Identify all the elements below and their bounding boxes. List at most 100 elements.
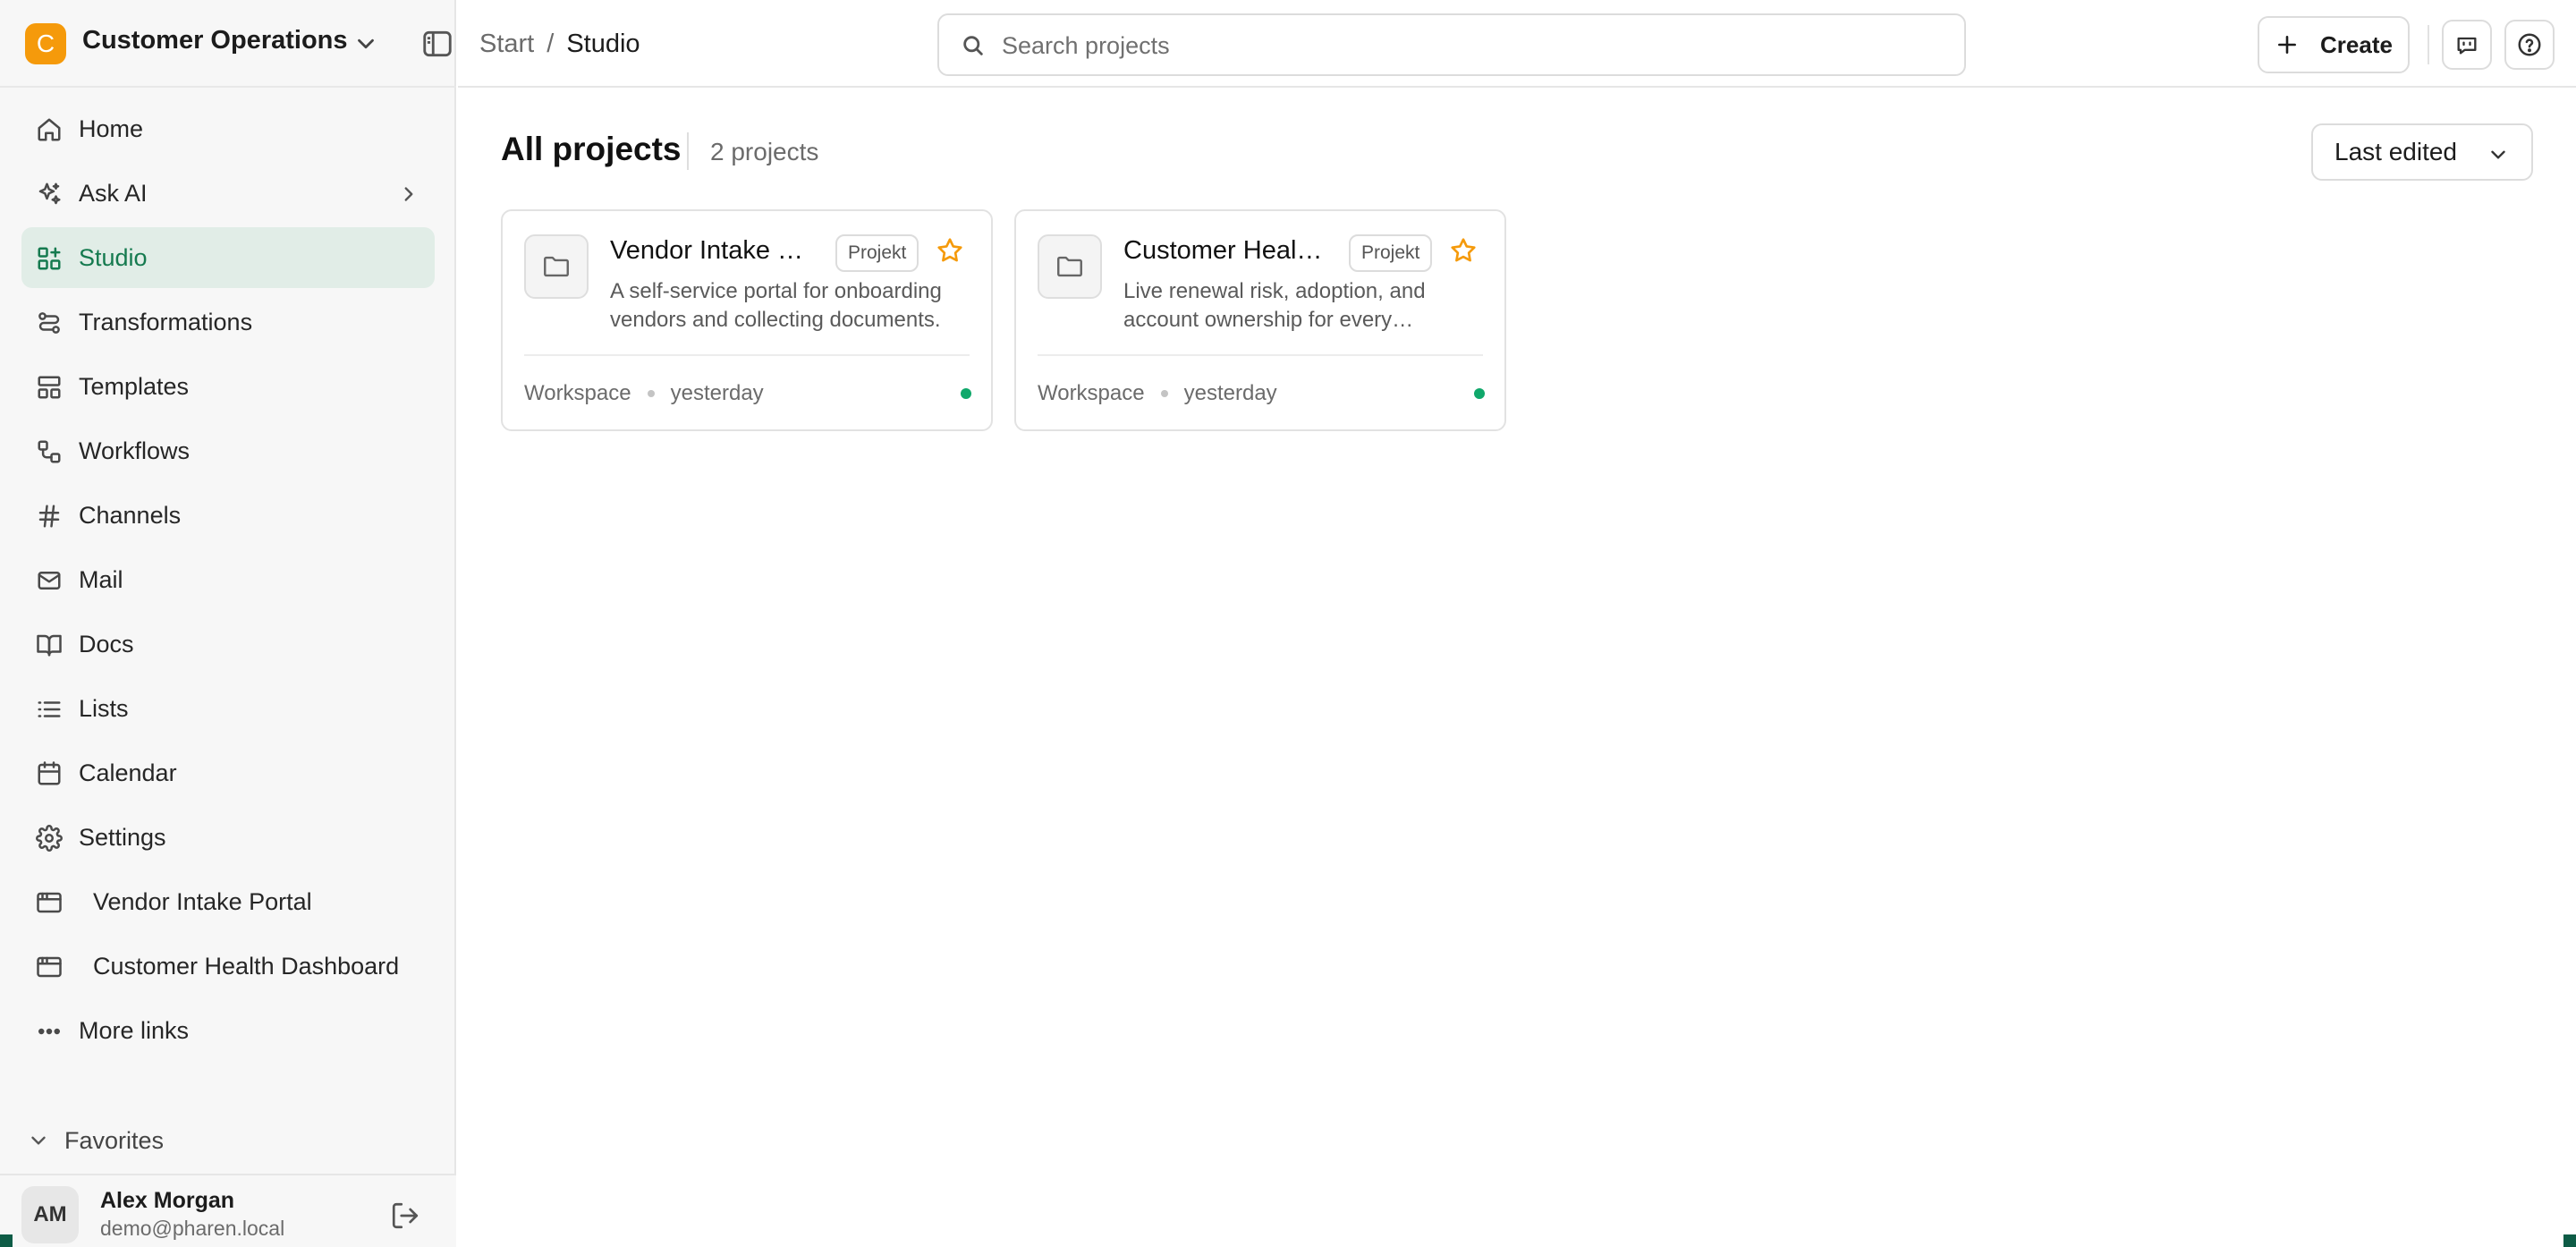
favorites-section-toggle[interactable]: Favorites (27, 1125, 164, 1156)
project-count: 2 projects (710, 138, 819, 165)
sparkle-icon (36, 181, 63, 208)
star-icon[interactable] (1449, 236, 1478, 265)
breadcrumb-start[interactable]: Start (479, 30, 534, 59)
help-button[interactable] (2504, 20, 2555, 70)
help-icon (2518, 33, 2541, 56)
home-icon (36, 116, 63, 143)
sidebar-item-workflows[interactable]: Workflows (21, 420, 435, 481)
sidebar-nav: Home Ask AI Studio Transformations Templ… (21, 98, 435, 1065)
breadcrumb-current: Studio (566, 30, 640, 58)
sidebar-item-templates[interactable]: Templates (21, 356, 435, 417)
star-icon[interactable] (936, 236, 964, 265)
project-title: Customer Health Dashboard (1123, 236, 1329, 265)
sidebar-item-label: Ask AI (79, 179, 148, 207)
sidebar-item-mail[interactable]: Mail (21, 549, 435, 610)
logout-icon[interactable] (390, 1200, 420, 1231)
sidebar-item-label: Workflows (79, 437, 191, 464)
user-email: demo@pharen.local (100, 1217, 285, 1240)
sort-dropdown[interactable]: Last edited (2311, 123, 2533, 181)
sidebar-item-label: Settings (79, 823, 166, 851)
project-edited: yesterday (670, 381, 764, 405)
sidebar-toggle-icon[interactable] (420, 27, 454, 61)
create-button-label: Create (2320, 30, 2393, 58)
sidebar-item-studio[interactable]: Studio (21, 227, 435, 288)
hash-icon (36, 503, 63, 530)
status-indicator (961, 388, 971, 399)
list-icon (36, 696, 63, 723)
window-corner (2563, 1234, 2576, 1247)
book-icon (36, 632, 63, 658)
sidebar-item-home[interactable]: Home (21, 98, 435, 159)
assistant-button[interactable] (2442, 20, 2492, 70)
sidebar-item-label: Calendar (79, 759, 177, 786)
sidebar-item-settings[interactable]: Settings (21, 807, 435, 868)
sort-label: Last edited (2334, 138, 2457, 165)
project-type-badge: Projekt (1349, 234, 1433, 272)
sidebar-link-vendor-intake-portal[interactable]: Vendor Intake Portal (21, 871, 435, 932)
main-content: All projects 2 projects Last edited Vend… (458, 89, 2576, 1247)
create-button[interactable]: Create (2258, 16, 2410, 73)
sidebar-item-label: Lists (79, 694, 129, 722)
window-corner (0, 1234, 13, 1247)
project-card[interactable]: Vendor Intake Portal Projekt A self-serv… (501, 209, 993, 431)
sidebar-item-label: Transformations (79, 308, 253, 335)
mail-icon (36, 567, 63, 594)
card-divider (524, 354, 970, 356)
workspace-name: Customer Operations (82, 26, 348, 55)
toolbar-divider (2428, 25, 2429, 64)
project-location: Workspace (1038, 381, 1145, 405)
sidebar-item-lists[interactable]: Lists (21, 678, 435, 739)
sidebar-item-label: Studio (79, 243, 148, 271)
sidebar-item-label: Mail (79, 565, 123, 593)
top-bar: Start / Studio Create (458, 0, 2576, 88)
sidebar-item-label: Docs (79, 630, 134, 657)
project-type-badge: Projekt (835, 234, 919, 272)
title-divider (687, 132, 689, 170)
sidebar-item-transformations[interactable]: Transformations (21, 292, 435, 352)
project-description: A self-service portal for onboarding ven… (610, 279, 942, 332)
project-meta: Workspace yesterday (1038, 381, 1277, 406)
search-bar (937, 13, 1966, 76)
app-frame: C Customer Operations Home Ask AI Studio… (0, 0, 2576, 1247)
meta-separator-dot (647, 390, 655, 397)
bot-icon (2457, 37, 2477, 55)
breadcrumb-separator: / (547, 30, 555, 58)
workflow-icon (36, 438, 63, 465)
chevron-down-icon (31, 1136, 46, 1145)
avatar[interactable]: AM (21, 1186, 79, 1243)
search-input[interactable] (1002, 24, 1941, 67)
sidebar-item-ask-ai[interactable]: Ask AI (21, 163, 435, 224)
workspace-switcher[interactable]: C Customer Operations (0, 0, 456, 88)
sidebar-item-label: Channels (79, 501, 182, 529)
chevron-right-icon (404, 187, 413, 201)
more-links-label: More links (79, 1016, 190, 1044)
search-icon (963, 36, 983, 55)
sidebar-link-label: Vendor Intake Portal (93, 887, 312, 915)
card-divider (1038, 354, 1483, 356)
sidebar-item-label: Home (79, 115, 144, 142)
sidebar-item-calendar[interactable]: Calendar (21, 742, 435, 803)
project-meta: Workspace yesterday (524, 381, 764, 406)
project-title: Vendor Intake Portal (610, 236, 816, 265)
folder-icon (524, 234, 589, 299)
app-window-icon (36, 889, 63, 916)
transform-icon (36, 310, 63, 336)
grid-icon (36, 245, 63, 272)
more-links[interactable]: More links (21, 1000, 435, 1061)
folder-icon (1038, 234, 1102, 299)
sidebar-item-channels[interactable]: Channels (21, 485, 435, 546)
project-card[interactable]: Customer Health Dashboard Projekt Live r… (1014, 209, 1506, 431)
chevron-down-icon[interactable] (352, 30, 379, 57)
sidebar-item-docs[interactable]: Docs (21, 614, 435, 674)
workspace-logo: C (25, 23, 66, 64)
favorites-label: Favorites (64, 1126, 165, 1154)
status-indicator (1474, 388, 1485, 399)
sidebar-link-customer-health-dashboard[interactable]: Customer Health Dashboard (21, 936, 435, 997)
breadcrumb: Start / Studio (479, 30, 640, 59)
sidebar-link-label: Customer Health Dashboard (93, 952, 400, 980)
gear-icon (36, 825, 63, 852)
template-icon (36, 374, 63, 401)
plus-icon (2278, 36, 2296, 54)
user-name: Alex Morgan (100, 1188, 235, 1213)
chevron-down-icon (2491, 150, 2505, 159)
